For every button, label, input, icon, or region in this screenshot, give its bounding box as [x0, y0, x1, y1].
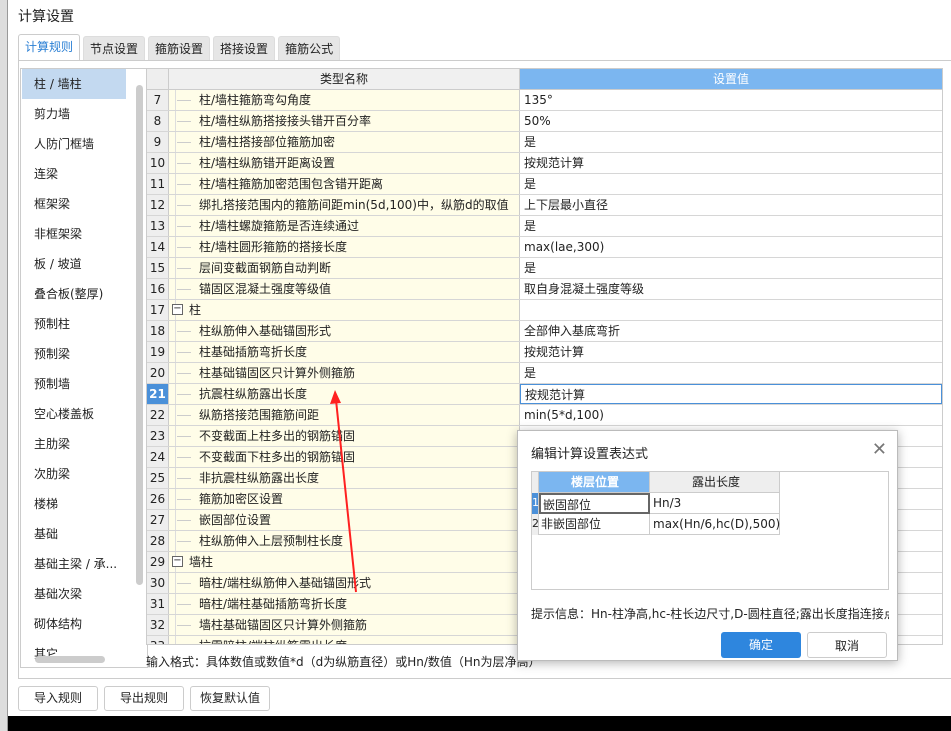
dialog-title: 编辑计算设置表达式 — [531, 447, 649, 462]
collapse-icon[interactable]: − — [172, 304, 183, 315]
cancel-button[interactable]: 取消 — [807, 632, 887, 658]
hint-text: 提示信息：Hn-柱净高,hc-柱长边尺寸,D-圆柱直径;露出长度指连接点 — [531, 607, 889, 621]
row-number: 1 — [532, 493, 539, 514]
edit-expression-dialog: 编辑计算设置表达式 ✕ 楼层位置 露出长度 1 嵌固部位 Hn/3 2 非嵌固部位 max… — [517, 430, 898, 661]
row-number: 2 — [532, 514, 539, 535]
close-icon[interactable]: ✕ — [872, 439, 887, 460]
floor-position-cell[interactable]: 嵌固部位 — [539, 493, 650, 514]
length-cell[interactable]: max(Hn/6,hc(D),500) — [650, 514, 780, 535]
floor-position-cell[interactable]: 非嵌固部位 — [539, 514, 650, 535]
length-cell[interactable]: Hn/3 — [650, 493, 780, 514]
column-header-floor-position: 楼层位置 — [539, 472, 650, 493]
expression-row[interactable]: 1 嵌固部位 Hn/3 — [532, 493, 888, 514]
ok-button[interactable]: 确定 — [721, 632, 801, 658]
collapse-icon[interactable]: − — [172, 556, 183, 567]
expression-row[interactable]: 2 非嵌固部位 max(Hn/6,hc(D),500) — [532, 514, 888, 535]
expression-grid: 楼层位置 露出长度 1 嵌固部位 Hn/3 2 非嵌固部位 max(Hn/6,hc(D),… — [531, 471, 889, 590]
column-header-length: 露出长度 — [650, 472, 780, 493]
